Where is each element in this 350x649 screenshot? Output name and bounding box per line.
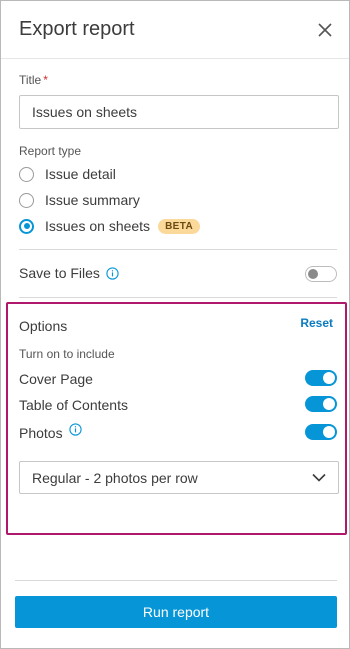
toggle-knob: [323, 398, 335, 410]
beta-badge: BETA: [158, 218, 201, 234]
radio-button[interactable]: [19, 192, 34, 208]
radio-label: Issue summary: [45, 192, 140, 208]
divider: [19, 249, 337, 250]
cover-page-toggle[interactable]: [305, 370, 337, 386]
chevron-down-icon: [312, 471, 326, 485]
dialog-title: Export report: [19, 18, 135, 40]
toggle-knob: [308, 269, 318, 279]
report-type-issue-detail[interactable]: Issue detail: [19, 164, 116, 184]
export-report-panel: Export report Title* Report type Issue d…: [0, 0, 350, 649]
footer-divider: [15, 580, 337, 581]
info-icon[interactable]: [106, 266, 119, 280]
info-icon[interactable]: [68, 422, 82, 436]
divider: [19, 297, 337, 298]
title-input[interactable]: [19, 95, 339, 129]
options-highlight-box: [6, 302, 347, 535]
radio-label: Issues on sheets: [45, 218, 151, 234]
save-to-files-label: Save to Files: [19, 265, 119, 281]
options-hint: Turn on to include: [19, 347, 115, 361]
photos-toggle[interactable]: [305, 424, 337, 440]
radio-label: Issue detail: [45, 166, 116, 182]
reset-link[interactable]: Reset: [300, 316, 333, 330]
title-field-label: Title *: [19, 73, 48, 87]
save-to-files-toggle[interactable]: [305, 266, 337, 282]
required-marker: *: [43, 73, 48, 87]
radio-button[interactable]: [19, 166, 34, 182]
close-icon[interactable]: [315, 20, 335, 40]
report-type-label: Report type: [19, 144, 82, 158]
report-type-issues-on-sheets[interactable]: Issues on sheets BETA: [19, 216, 201, 236]
toggle-knob: [323, 426, 335, 438]
options-heading: Options: [19, 318, 68, 334]
table-of-contents-toggle[interactable]: [305, 396, 337, 412]
report-type-issue-summary[interactable]: Issue summary: [19, 190, 140, 210]
toggle-knob: [323, 372, 335, 384]
run-report-button[interactable]: Run report: [15, 596, 337, 628]
radio-button-selected[interactable]: [19, 218, 34, 234]
option-table-of-contents-label: Table of Contents: [19, 397, 128, 413]
dropdown-value: Regular - 2 photos per row: [32, 469, 198, 486]
photos-layout-dropdown[interactable]: Regular - 2 photos per row: [19, 461, 339, 494]
option-cover-page-label: Cover Page: [19, 371, 93, 387]
dialog-header: Export report: [1, 1, 349, 59]
option-photos-label: Photos: [19, 422, 82, 441]
